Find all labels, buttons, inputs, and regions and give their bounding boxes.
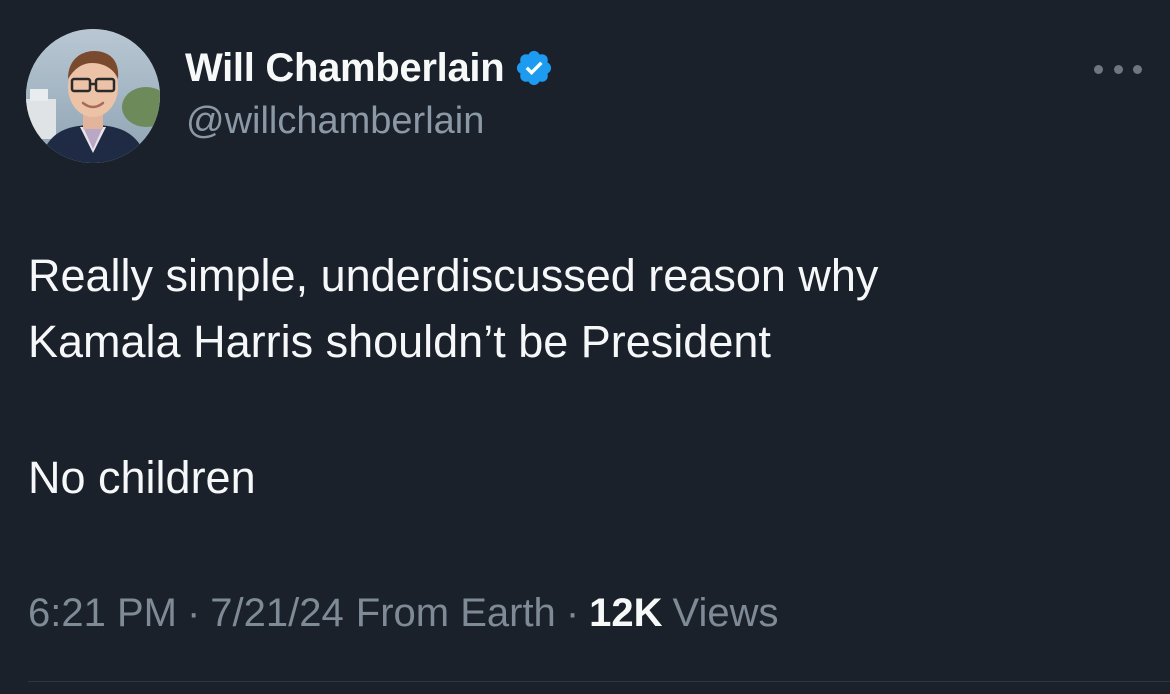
author-display-name[interactable]: Will Chamberlain [185,46,505,91]
author-handle[interactable]: @willchamberlain [186,100,484,143]
tweet-source: From Earth [355,591,556,635]
author-name-row: Will Chamberlain [185,44,554,92]
tweet-card: Will Chamberlain @willchamberlain Really… [0,0,1170,694]
tweet-time[interactable]: 6:21 PM [28,591,177,636]
tweet-text-line: No children [28,452,256,503]
more-options-icon[interactable] [1094,54,1142,84]
meta-separator: · [186,591,201,635]
tweet-text: Really simple, underdiscussed reason why… [28,243,1128,511]
tweet-text-line: Really simple, underdiscussed reason why [28,250,879,301]
more-dot [1133,64,1142,74]
meta-separator: · [565,591,580,635]
more-dot [1094,64,1103,74]
tweet-text-line: Kamala Harris shouldn’t be President [28,316,771,367]
divider [28,681,1170,682]
avatar-image [26,29,160,163]
tweet-meta: 6:21 PM · 7/21/24 From Earth · 12K Views [28,591,779,636]
more-dot [1113,64,1123,74]
avatar[interactable] [26,29,160,163]
tweet-date[interactable]: 7/21/24 [210,591,343,636]
verified-badge-icon[interactable] [514,48,554,88]
views-label[interactable]: Views [673,591,779,636]
views-count[interactable]: 12K [589,591,662,636]
